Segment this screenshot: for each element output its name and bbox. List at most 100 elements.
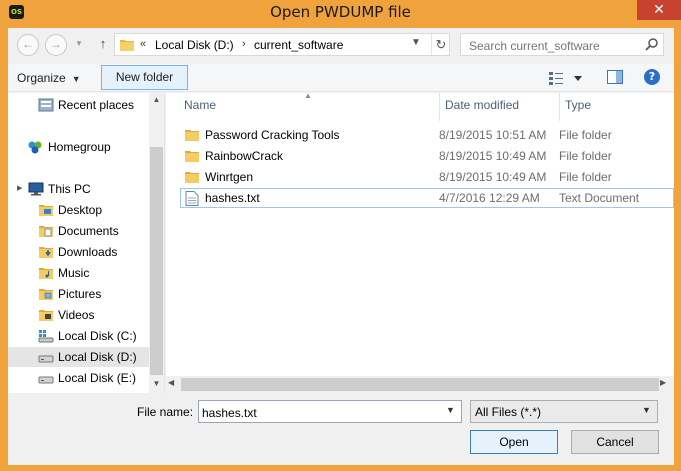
search-box[interactable] [460,33,664,56]
nav-item-local-disk-e[interactable]: Local Disk (E:) [8,368,149,388]
nav-item-label: This PC [48,182,91,196]
column-header-name[interactable]: Name [184,98,216,112]
command-toolbar: Organize ▼ New folder ? [8,64,674,92]
chevron-down-icon: ▼ [71,74,81,84]
scroll-right-icon[interactable]: ▶ [660,378,666,387]
file-type-filter[interactable]: All Files (*.*) ▼ [470,400,658,423]
nav-item-label: Local Disk (D:) [58,350,137,364]
new-folder-button[interactable]: New folder [101,65,188,90]
homegroup-icon [28,141,42,154]
dialog-window: OS Open PWDUMP file ✕ ← → ▼ ↑ « Local Di… [0,0,681,471]
nav-item-this-pc[interactable]: ▶ This PC [8,179,149,199]
nav-item-label: Local Disk (C:) [58,329,137,343]
nav-item-pictures[interactable]: Pictures [8,284,149,304]
recent-locations-icon[interactable]: ▼ [72,34,86,56]
file-type: Text Document [559,191,640,205]
folder-icon [39,226,53,237]
nav-item-music[interactable]: Music [8,263,149,283]
file-list: ▲ Name Date modified Type Password Crack… [166,91,674,393]
organize-label: Organize [17,71,66,85]
dialog-client: ← → ▼ ↑ « Local Disk (D:) › current_soft… [8,28,674,465]
drive-icon [38,376,54,384]
drive-icon [38,330,54,343]
nav-item-homegroup[interactable]: Homegroup [8,137,149,157]
title-bar[interactable]: OS Open PWDUMP file ✕ [0,0,681,24]
breadcrumb-separator[interactable]: › [242,38,246,50]
preview-pane-icon[interactable] [607,69,623,85]
nav-item-recent-places[interactable]: Recent places [8,95,149,115]
change-view-icon[interactable] [549,70,585,86]
chevron-down-icon: ▼ [642,405,651,415]
nav-item-downloads[interactable]: Downloads [8,242,149,262]
search-icon[interactable] [645,37,659,51]
file-row-selected[interactable]: hashes.txt 4/7/2016 12:29 AM Text Docume… [180,188,674,208]
scroll-left-icon[interactable]: ◀ [168,378,174,387]
nav-item-videos[interactable]: Videos [8,305,149,325]
horizontal-scrollbar[interactable]: ◀ ▶ [166,376,674,393]
folder-icon [185,130,199,141]
open-button[interactable]: Open [470,430,558,454]
file-name: Password Cracking Tools [205,128,340,142]
chevron-down-icon[interactable]: ▼ [446,405,455,415]
scroll-thumb[interactable] [181,378,659,391]
nav-item-label: Music [58,266,90,280]
close-button[interactable]: ✕ [637,0,681,20]
scroll-up-icon[interactable]: ▲ [149,93,164,107]
nav-scrollbar[interactable]: ▲ ▼ [149,93,164,393]
chevron-right-icon[interactable]: ▶ [17,179,22,199]
file-name-label: File name: [137,405,194,419]
forward-button[interactable]: → [45,34,67,56]
scroll-thumb[interactable] [150,147,163,375]
folder-icon [185,172,199,183]
breadcrumb-overflow[interactable]: « [140,38,146,50]
nav-item-local-disk-d[interactable]: Local Disk (D:) [8,347,149,367]
breadcrumb-local-disk-d[interactable]: Local Disk (D:) [155,38,234,52]
refresh-icon[interactable]: ↻ [431,34,450,55]
file-row[interactable]: Password Cracking Tools 8/19/2015 10:51 … [180,125,674,145]
help-icon[interactable]: ? [644,69,660,85]
nav-item-documents[interactable]: Documents [8,221,149,241]
nav-item-local-disk-c[interactable]: Local Disk (C:) [8,326,149,346]
recent-places-icon [38,98,54,112]
cancel-button[interactable]: Cancel [571,430,659,454]
file-name: RainbowCrack [205,149,284,163]
file-name: Winrtgen [205,170,254,184]
file-row[interactable]: RainbowCrack 8/19/2015 10:49 AM File fol… [180,146,674,166]
window-title: Open PWDUMP file [270,3,411,21]
nav-item-label: Pictures [58,287,102,301]
chevron-down-icon[interactable]: ▼ [411,37,421,48]
folder-icon [39,310,53,321]
folder-icon [39,289,53,300]
column-header-type[interactable]: Type [565,98,591,112]
file-row[interactable]: Winrtgen 8/19/2015 10:49 AM File folder [180,167,674,187]
scroll-down-icon[interactable]: ▼ [149,377,164,391]
nav-item-label: Local Disk (E:) [58,371,137,385]
nav-item-label: Documents [58,224,119,238]
folder-icon [39,268,53,279]
file-name-input[interactable] [199,401,439,422]
folder-icon [120,40,134,51]
file-type: File folder [559,170,612,184]
organize-menu[interactable]: Organize ▼ [17,71,81,85]
file-type: File folder [559,128,612,142]
column-header-date-modified[interactable]: Date modified [445,98,519,112]
nav-item-label: Desktop [58,203,103,217]
nav-item-label: Videos [58,308,95,322]
column-divider[interactable] [559,93,560,121]
address-bar[interactable]: « Local Disk (D:) › current_software ▼ ↻ [114,33,450,56]
file-date: 8/19/2015 10:51 AM [439,128,547,142]
up-arrow-icon[interactable]: ↑ [96,35,110,53]
file-date: 8/19/2015 10:49 AM [439,149,547,163]
file-name-combobox[interactable]: ▼ [198,400,462,423]
column-divider[interactable] [439,93,440,121]
file-date: 8/19/2015 10:49 AM [439,170,547,184]
back-button[interactable]: ← [17,34,39,56]
search-input[interactable] [461,34,641,55]
nav-item-label: Homegroup [48,140,111,154]
file-type-filter-value: All Files (*.*) [475,405,542,419]
breadcrumb-current-software[interactable]: current_software [254,38,343,52]
folder-icon [39,247,53,258]
nav-item-label: Downloads [58,245,118,259]
nav-item-desktop[interactable]: Desktop [8,200,149,220]
sort-ascending-icon: ▲ [304,91,312,100]
